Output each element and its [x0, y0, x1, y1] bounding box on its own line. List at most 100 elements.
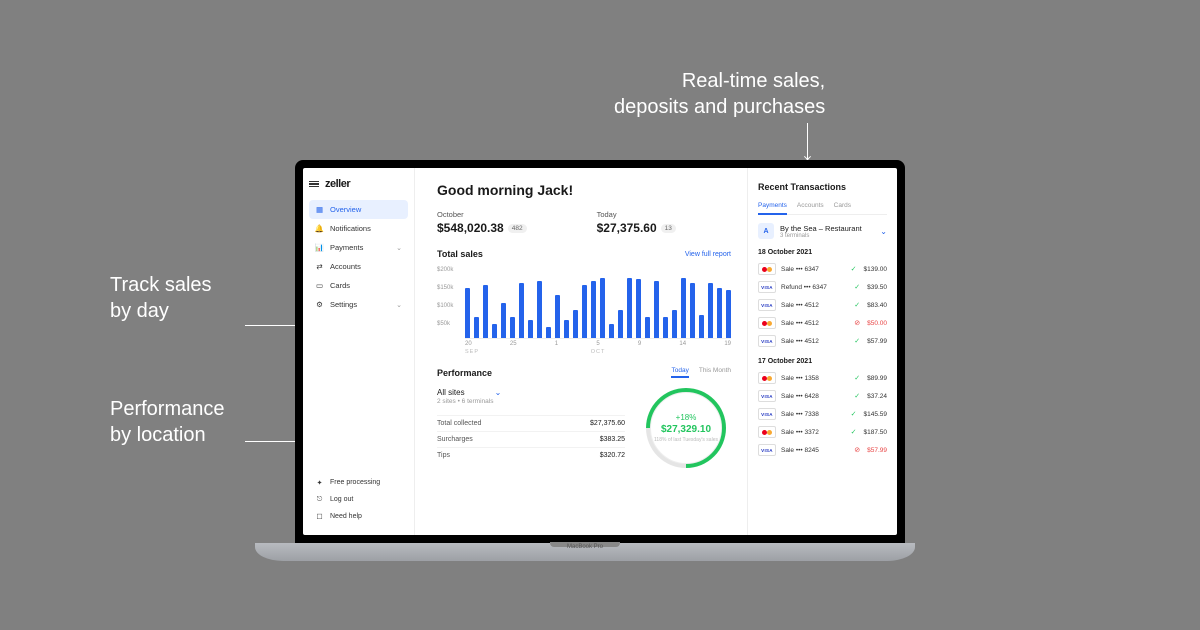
chart-bar — [510, 317, 515, 338]
sidebar-item-label: Accounts — [330, 262, 361, 271]
mastercard-icon — [758, 426, 776, 438]
transaction-row[interactable]: VISASale ••• 8245⊘$57.99 — [758, 441, 887, 459]
chart-bar — [546, 327, 551, 338]
check-icon: ✓ — [851, 265, 857, 273]
chart-bar — [474, 317, 479, 338]
chart-bar — [717, 288, 722, 338]
check-icon: ✓ — [854, 301, 860, 309]
sidebar-item-cards[interactable]: ▭Cards — [309, 276, 408, 295]
visa-icon: VISA — [758, 408, 776, 420]
transaction-row[interactable]: VISASale ••• 4512✓$57.99 — [758, 332, 887, 350]
sidebar-item-label: Settings — [330, 300, 357, 309]
sidebar-item-settings[interactable]: ⚙ Settings ⌄ — [309, 295, 408, 314]
total-sales-chart: $200k$150k$100k$50k 20251591419 SEPOCT — [437, 267, 731, 353]
page-title: Good morning Jack! — [437, 182, 731, 198]
section-title-total-sales: Total sales — [437, 249, 483, 259]
tab-accounts[interactable]: Accounts — [797, 202, 824, 214]
check-icon: ✓ — [854, 283, 860, 291]
tab-today[interactable]: Today — [671, 367, 688, 378]
chart-bar — [699, 315, 704, 338]
main-content: Good morning Jack! October$548,020.38482… — [415, 168, 747, 535]
transaction-row[interactable]: VISARefund ••• 6347✓$39.50 — [758, 278, 887, 296]
chart-bar — [528, 320, 533, 338]
transaction-row[interactable]: Sale ••• 3372✓$187.50 — [758, 423, 887, 441]
annotation-performance: Performance by location — [110, 396, 225, 448]
chart-bar — [627, 278, 632, 338]
transaction-row[interactable]: Sale ••• 6347✓$139.00 — [758, 260, 887, 278]
sidebar-footer-free-processing[interactable]: ✦Free processing — [309, 474, 408, 491]
chart-bar — [591, 281, 596, 338]
menu-icon[interactable] — [309, 181, 319, 188]
stat-today: Today$27,375.6013 — [597, 210, 676, 235]
metric-row: Surcharges$383.25 — [437, 431, 625, 447]
chart-bar — [645, 317, 650, 338]
chart-bar — [564, 320, 569, 338]
chart-bar — [465, 288, 470, 338]
bars-icon: 📊 — [315, 243, 324, 252]
sidebar-item-label: Notifications — [330, 224, 371, 233]
stat-badge: 13 — [661, 224, 676, 233]
mastercard-icon — [758, 372, 776, 384]
gear-icon: ⚙ — [315, 300, 324, 309]
grid-icon: ▦ — [315, 205, 324, 214]
chart-bar — [501, 303, 506, 339]
tab-cards[interactable]: Cards — [834, 202, 851, 214]
transaction-date-header: 17 October 2021 — [758, 358, 887, 365]
chevron-down-icon: ⌄ — [396, 301, 402, 309]
check-icon: ✓ — [854, 374, 860, 382]
transaction-row[interactable]: Sale ••• 4512⊘$50.00 — [758, 314, 887, 332]
visa-icon: VISA — [758, 299, 776, 311]
gauge-percent: +18% — [654, 413, 718, 422]
check-icon: ✓ — [851, 410, 857, 418]
stat-october: October$548,020.38482 — [437, 210, 527, 235]
sidebar-item-notifications[interactable]: 🔔 Notifications — [309, 219, 408, 238]
chart-bar — [663, 317, 668, 338]
chart-bar — [483, 285, 488, 338]
error-icon: ⊘ — [854, 319, 860, 327]
view-full-report-link[interactable]: View full report — [685, 251, 731, 258]
sidebar-item-overview[interactable]: ▦Overview — [309, 200, 408, 219]
check-icon: ✓ — [854, 337, 860, 345]
chart-bar — [654, 281, 659, 338]
app-screen: zeller ▦Overview🔔Notifications📊Payments⌄… — [303, 168, 897, 535]
sidebar-footer-need-help[interactable]: ☐Need help — [309, 508, 408, 525]
bell-icon: 🔔 — [315, 224, 324, 233]
metric-row: Total collected$27,375.60 — [437, 415, 625, 431]
tab-this-month[interactable]: This Month — [699, 367, 731, 378]
visa-icon: VISA — [758, 390, 776, 402]
help-icon: ☐ — [315, 512, 324, 521]
check-icon: ✓ — [851, 428, 857, 436]
sidebar-item-label: Cards — [330, 281, 350, 290]
transaction-row[interactable]: VISASale ••• 4512✓$83.40 — [758, 296, 887, 314]
chart-bar — [492, 324, 497, 338]
performance-gauge: +18% $27,329.10 118% of last Tuesday's s… — [646, 388, 726, 468]
site-selector[interactable]: All sites ⌄ — [437, 388, 625, 397]
chart-bar — [582, 285, 587, 338]
brand-logo: zeller — [325, 178, 350, 190]
recent-transactions-panel: Recent Transactions PaymentsAccountsCard… — [747, 168, 897, 535]
transaction-row[interactable]: VISASale ••• 7338✓$145.59 — [758, 405, 887, 423]
stat-badge: 482 — [508, 224, 527, 233]
chevron-down-icon: ⌄ — [495, 388, 502, 397]
sidebar-footer-log-out[interactable]: ⎋Log out — [309, 491, 408, 508]
visa-icon: VISA — [758, 281, 776, 293]
tab-payments[interactable]: Payments — [758, 202, 787, 215]
chart-bar — [555, 295, 560, 338]
chart-bar — [681, 278, 686, 338]
chart-bar — [573, 310, 578, 338]
annotation-top: Real-time sales, deposits and purchases — [614, 68, 825, 120]
section-title-performance: Performance — [437, 368, 492, 378]
swap-icon: ⇄ — [315, 262, 324, 271]
mastercard-icon — [758, 317, 776, 329]
sidebar-item-payments[interactable]: 📊Payments⌄ — [309, 238, 408, 257]
account-selector[interactable]: A By the Sea – Restaurant 3 terminals ⌄ — [758, 223, 887, 239]
transaction-row[interactable]: Sale ••• 1358✓$89.99 — [758, 369, 887, 387]
logout-icon: ⎋ — [315, 495, 324, 504]
chart-bar — [537, 281, 542, 338]
sidebar-item-accounts[interactable]: ⇄ Accounts — [309, 257, 408, 276]
mastercard-icon — [758, 263, 776, 275]
error-icon: ⊘ — [854, 446, 860, 454]
transaction-row[interactable]: VISASale ••• 6428✓$37.24 — [758, 387, 887, 405]
visa-icon: VISA — [758, 335, 776, 347]
transaction-date-header: 18 October 2021 — [758, 249, 887, 256]
